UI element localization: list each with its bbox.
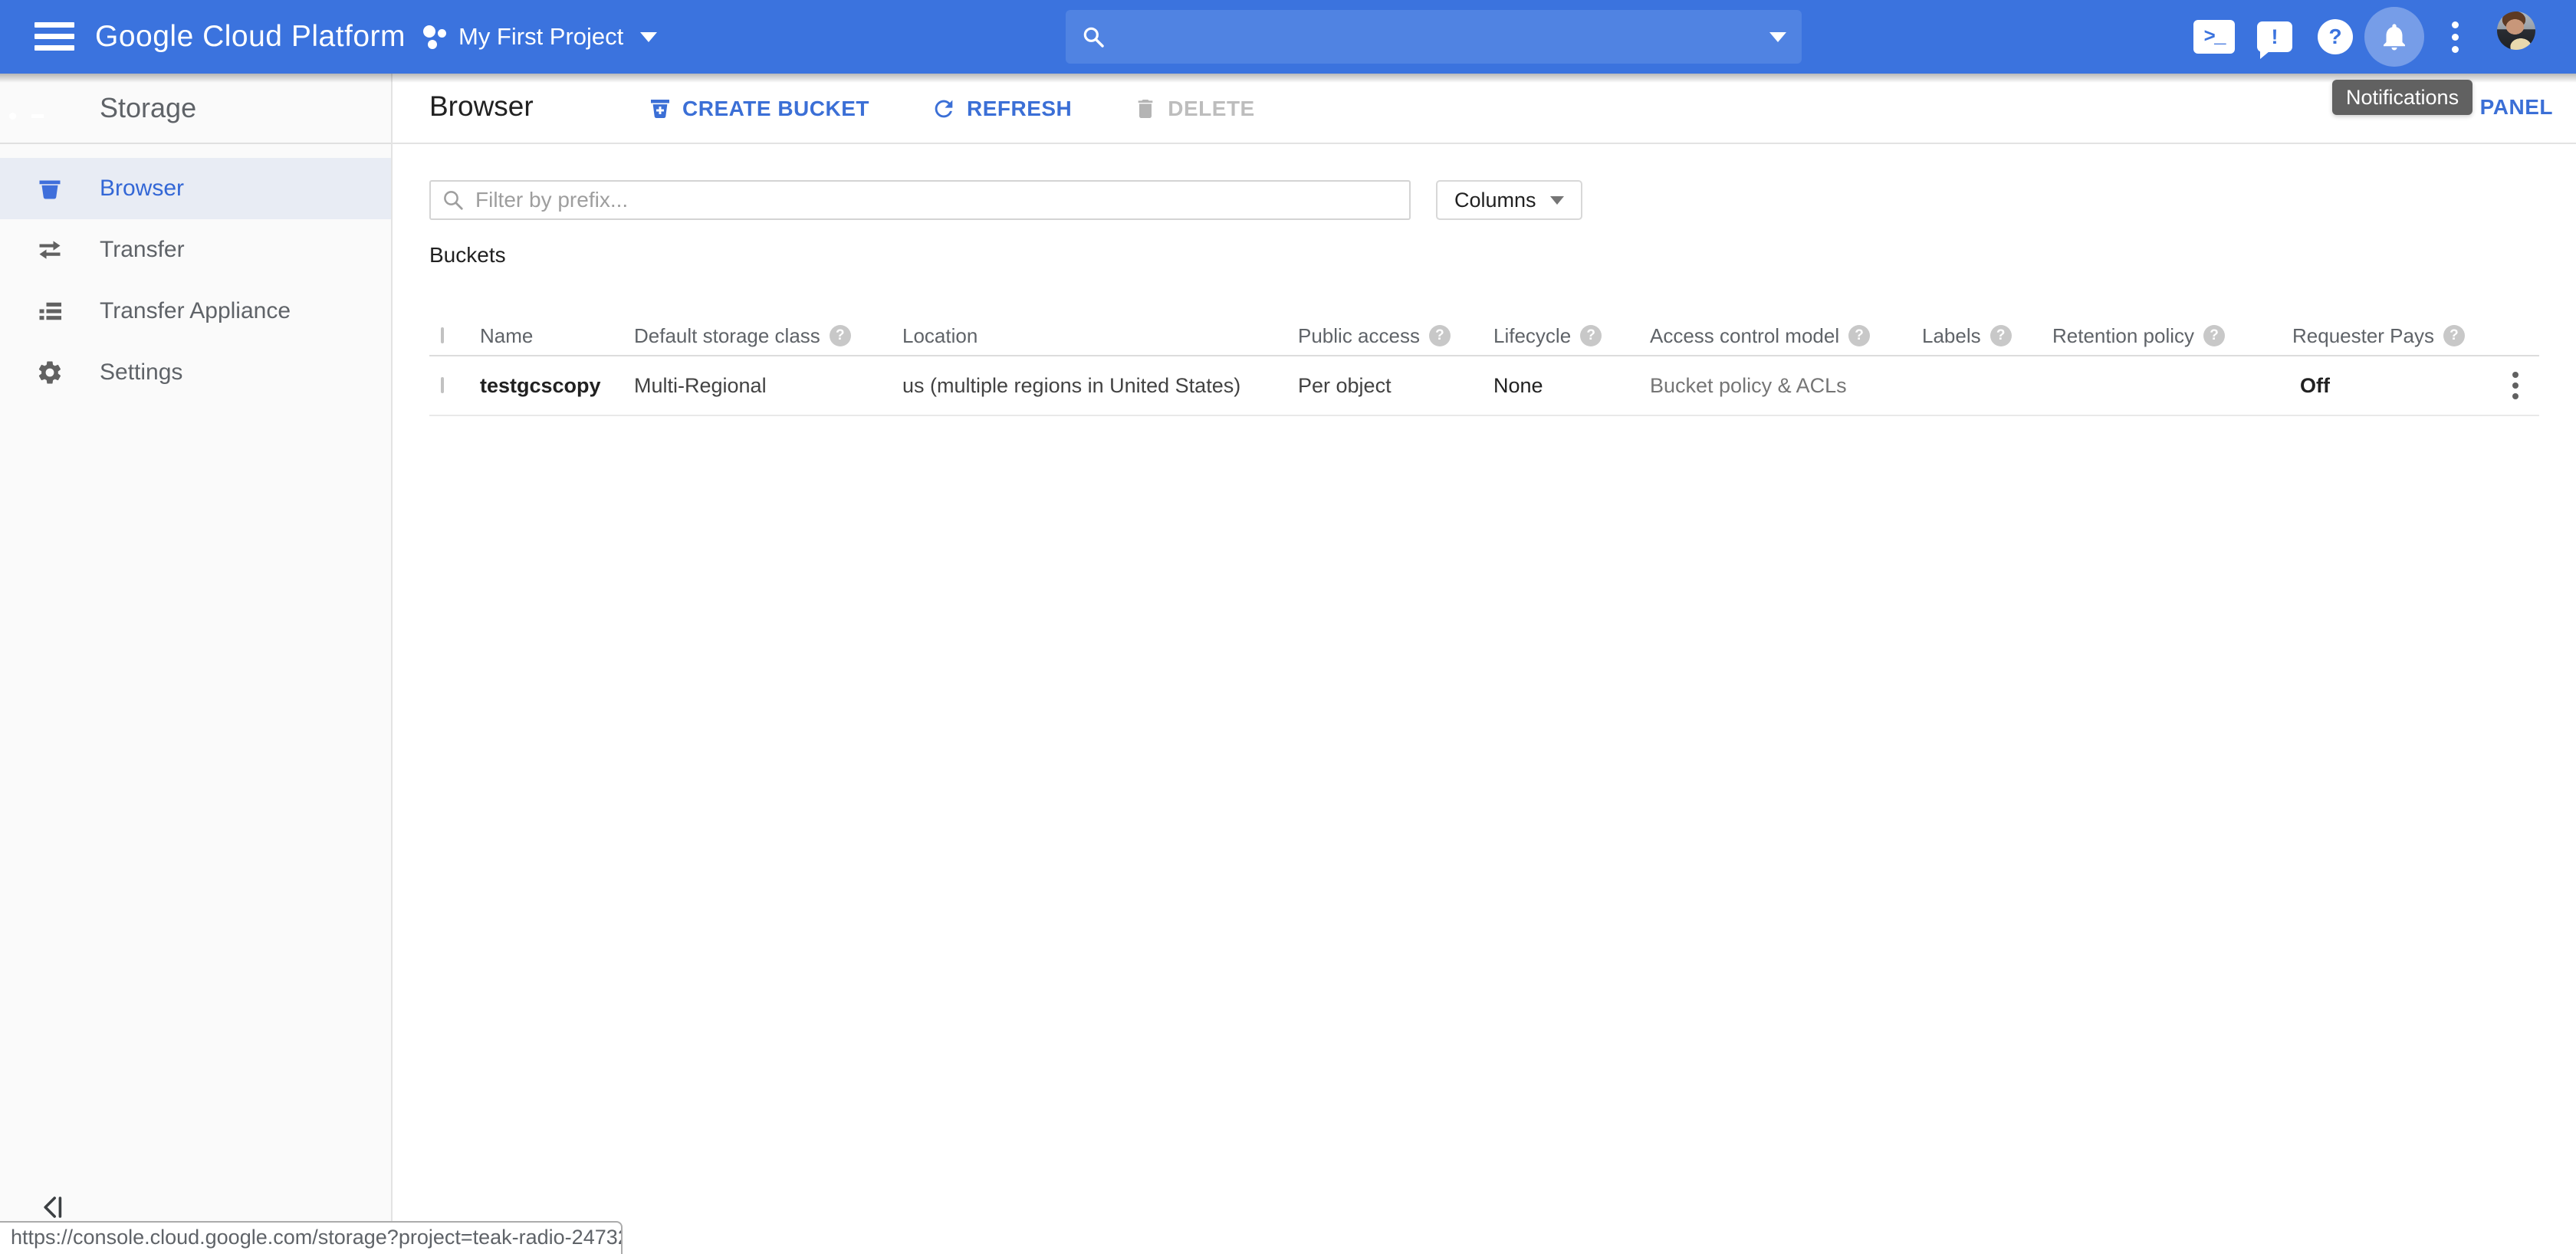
feedback-button[interactable]: !: [2256, 0, 2294, 74]
column-header-labels[interactable]: Labels: [1922, 324, 2052, 348]
sidebar-item-settings[interactable]: Settings: [0, 342, 391, 403]
columns-button[interactable]: Columns: [1436, 180, 1582, 220]
buckets-table: Name Default storage class Location Publ…: [429, 317, 2539, 416]
column-header-lifecycle[interactable]: Lifecycle: [1493, 324, 1650, 348]
column-header-requester-pays[interactable]: Requester Pays: [2292, 324, 2492, 348]
trash-icon: [1133, 96, 1158, 122]
page-title: Browser: [429, 90, 534, 123]
cell-requester-pays: Off: [2300, 374, 2330, 398]
transfer-arrows-icon: [34, 236, 65, 264]
create-bucket-label: CREATE BUCKET: [682, 97, 869, 121]
sidebar-item-transfer[interactable]: Transfer: [0, 219, 391, 281]
cell-public-access: Per object: [1298, 374, 1493, 398]
refresh-button[interactable]: REFRESH: [931, 96, 1072, 122]
main-content: Browser CREATE BUCKET REFRESH: [393, 74, 2576, 1254]
search-bar[interactable]: [1066, 10, 1802, 64]
search-input[interactable]: [1119, 25, 1756, 50]
avatar[interactable]: [2497, 11, 2535, 50]
filter-search-icon: [442, 189, 465, 212]
create-bucket-button[interactable]: CREATE BUCKET: [648, 96, 869, 122]
toolbar: CREATE BUCKET REFRESH DELETE: [648, 74, 1255, 144]
terminal-icon: >_: [2193, 20, 2235, 54]
row-more-options-button[interactable]: [2512, 369, 2518, 402]
gear-icon: [34, 359, 65, 386]
help-icon[interactable]: [1580, 325, 1602, 346]
bucket-icon: [34, 175, 65, 202]
sidebar-item-browser[interactable]: Browser: [0, 158, 391, 219]
product-logo: Google Cloud Platform: [95, 20, 406, 54]
chevron-down-icon: [640, 32, 657, 42]
sidebar-item-label: Settings: [100, 359, 182, 386]
status-bar-url: https://console.cloud.google.com/storage…: [0, 1221, 623, 1254]
column-header-access-control-model[interactable]: Access control model: [1650, 324, 1922, 348]
select-all-checkbox[interactable]: [441, 327, 444, 343]
sidebar-header: Storage: [0, 74, 391, 144]
help-button[interactable]: ?: [2316, 0, 2354, 74]
help-icon: ?: [2318, 19, 2353, 54]
help-icon[interactable]: [830, 325, 851, 346]
hamburger-menu-icon[interactable]: [34, 22, 74, 51]
column-header-retention-policy[interactable]: Retention policy: [2052, 324, 2292, 348]
project-icon: [422, 24, 448, 50]
sidebar-item-label: Browser: [100, 176, 184, 202]
table-header-row: Name Default storage class Location Publ…: [429, 317, 2539, 356]
notifications-tooltip: Notifications: [2332, 80, 2472, 115]
project-switcher[interactable]: My First Project: [422, 0, 657, 74]
filter-field[interactable]: [429, 180, 1411, 220]
sidebar: Storage Browser Transfer: [0, 74, 393, 1254]
help-icon[interactable]: [2203, 325, 2225, 346]
sidebar-item-transfer-appliance[interactable]: Transfer Appliance: [0, 281, 391, 342]
sidebar-item-label: Transfer Appliance: [100, 298, 291, 324]
bucket-name-link[interactable]: testgcscopy: [480, 374, 634, 398]
feedback-icon: !: [2257, 21, 2292, 52]
content-header: Browser CREATE BUCKET REFRESH: [393, 74, 2576, 144]
cell-default-storage-class: Multi-Regional: [634, 374, 902, 398]
search-options-chevron-icon[interactable]: [1769, 32, 1786, 42]
top-bar: Google Cloud Platform My First Project >…: [0, 0, 2576, 74]
buckets-section-label: Buckets: [429, 243, 2539, 268]
column-header-public-access[interactable]: Public access: [1298, 324, 1493, 348]
columns-chevron-icon: [1550, 196, 1564, 205]
columns-label: Columns: [1454, 189, 1536, 212]
column-header-location[interactable]: Location: [902, 324, 1298, 348]
sidebar-title: Storage: [100, 92, 196, 124]
help-icon[interactable]: [1429, 325, 1451, 346]
collapse-sidebar-button[interactable]: [40, 1194, 67, 1220]
column-header-default-storage-class[interactable]: Default storage class: [634, 324, 902, 348]
create-bucket-icon: [648, 96, 672, 122]
more-options-button[interactable]: [2443, 0, 2467, 74]
delete-label: DELETE: [1168, 97, 1254, 121]
filter-row: Columns: [429, 180, 2539, 220]
notifications-button[interactable]: [2364, 0, 2424, 74]
column-header-name[interactable]: Name: [480, 324, 634, 348]
cell-access-control-model: Bucket policy & ACLs: [1650, 374, 1922, 398]
sidebar-nav: Browser Transfer Transfer Appliance: [0, 158, 391, 403]
project-name: My First Project: [458, 23, 623, 51]
table-row[interactable]: testgcscopy Multi-Regional us (multiple …: [429, 356, 2539, 416]
bell-icon: [2378, 21, 2410, 53]
delete-button[interactable]: DELETE: [1133, 96, 1254, 122]
sidebar-item-label: Transfer: [100, 237, 185, 263]
transfer-appliance-icon: [34, 297, 65, 325]
filter-input[interactable]: [475, 188, 1398, 212]
search-icon: [1081, 25, 1106, 49]
help-icon[interactable]: [1848, 325, 1870, 346]
content-body: Columns Buckets Name Default storage cla…: [393, 180, 2576, 416]
cloud-shell-button[interactable]: >_: [2193, 0, 2236, 74]
row-checkbox[interactable]: [441, 377, 444, 393]
cell-location: us (multiple regions in United States): [902, 374, 1298, 398]
cell-lifecycle: None: [1493, 374, 1650, 398]
refresh-label: REFRESH: [967, 97, 1072, 121]
refresh-icon: [931, 96, 957, 122]
help-icon[interactable]: [1990, 325, 2012, 346]
help-icon[interactable]: [2443, 325, 2465, 346]
